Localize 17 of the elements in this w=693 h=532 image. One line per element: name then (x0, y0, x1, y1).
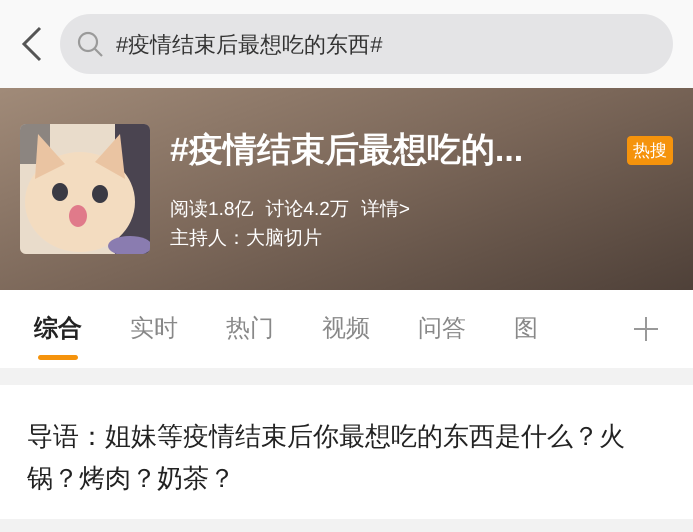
topic-title: #疫情结束后最想吃的... (170, 130, 524, 171)
read-count: 阅读1.8亿 (170, 198, 254, 222)
host-text: 主持人：大脑切片 (170, 226, 323, 250)
tab[interactable]: 问答 (418, 290, 466, 368)
tab[interactable]: 实时 (130, 290, 178, 368)
hot-search-badge: 热搜 (627, 136, 673, 166)
search-icon (76, 30, 104, 58)
search-field[interactable]: #疫情结束后最想吃的东西# (60, 14, 673, 74)
details-link[interactable]: 详情> (360, 196, 410, 224)
tab[interactable]: 综合 (34, 290, 82, 368)
tab[interactable]: 图 (514, 290, 538, 368)
tab[interactable]: 视频 (322, 290, 370, 368)
discussion-count: 讨论4.2万 (265, 198, 349, 222)
plus-icon[interactable] (633, 316, 659, 342)
back-icon[interactable] (20, 26, 44, 62)
tab[interactable]: 热门 (226, 290, 274, 368)
intro-text: 导语：姐妹等疫情结束后你最想吃的东西是什么？火锅？烤肉？奶茶？ (27, 420, 626, 495)
